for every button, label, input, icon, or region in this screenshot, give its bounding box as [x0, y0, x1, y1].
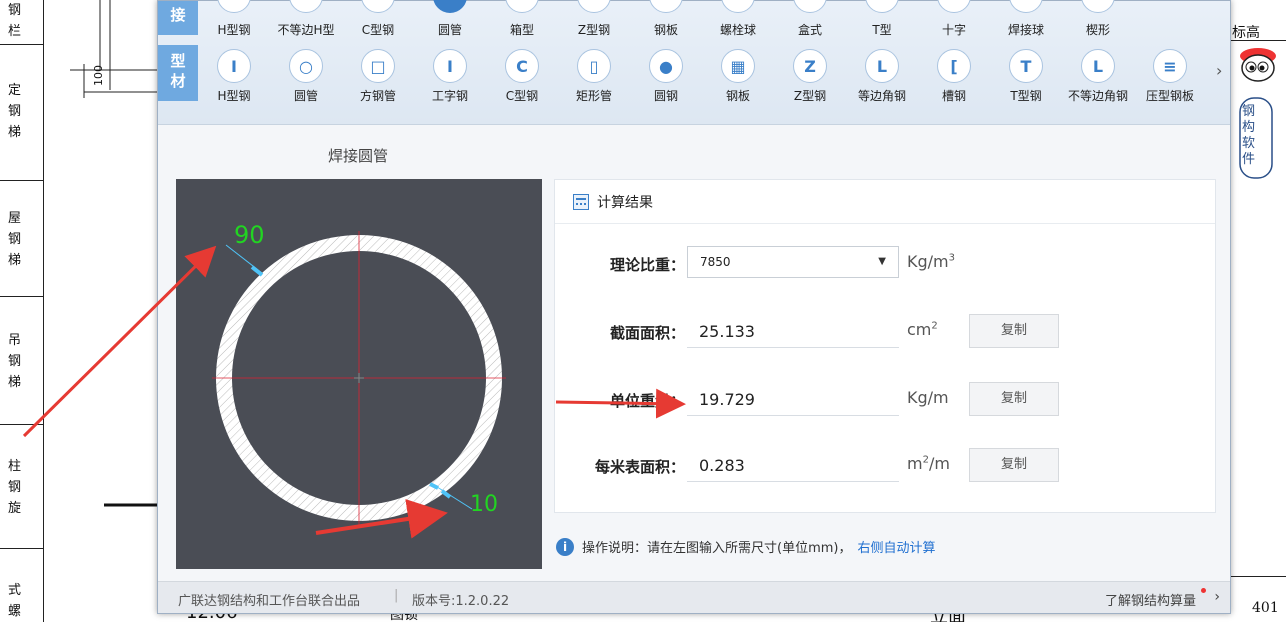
screen: 钢栏 定钢梯 屋钢梯 吊钢梯 柱钢旋 式螺 100 标高 401 12.06 图…: [0, 0, 1286, 622]
annotation-arrows: [22, 245, 686, 539]
